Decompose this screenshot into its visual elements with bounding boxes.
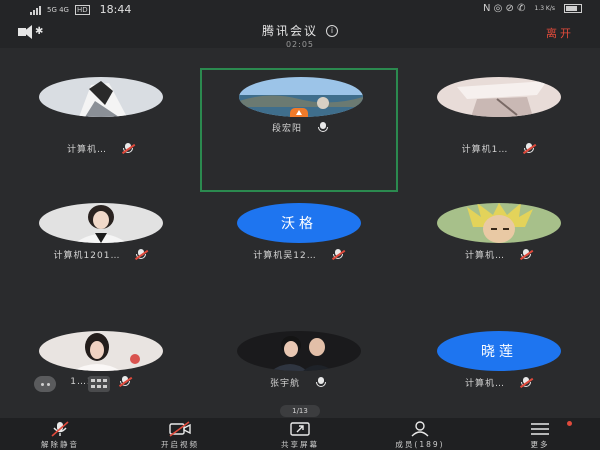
start-video-button[interactable]: 开启视频 [120, 418, 240, 450]
battery-icon [564, 4, 582, 13]
participant-name: 计算机1… [461, 145, 509, 155]
participant-avatar-text: 晓莲 [437, 331, 561, 371]
camera-off-icon [169, 421, 191, 437]
speaker-bluetooth-icon[interactable]: ✱ [18, 25, 44, 41]
status-time: 18:44 [99, 3, 132, 16]
mic-muted-icon [121, 143, 136, 154]
members-label: 成员(189) [395, 440, 445, 449]
more-button[interactable]: 更多 [480, 418, 600, 450]
participant-avatar [39, 331, 163, 371]
participant-avatar [237, 331, 361, 371]
mic-muted-icon [118, 376, 132, 387]
avatar-text: 晓莲 [481, 344, 517, 360]
page-indicator: 1/13 [280, 405, 320, 417]
participant-avatar [39, 203, 163, 243]
leave-button[interactable]: 离开 [546, 25, 574, 41]
participant-name: 段宏阳 [271, 124, 302, 134]
unmute-button[interactable]: 解除静音 [0, 418, 120, 450]
participant-name: 计算机… [464, 251, 505, 261]
participant-grid: 计算机… 段宏阳 计算机1… 计算机1201… 沃格 计算机吴12… 计算机… … [0, 48, 600, 418]
emoji-icon [40, 382, 44, 386]
mic-muted-icon [134, 249, 149, 260]
mic-muted-icon [51, 421, 69, 437]
participant-avatar [437, 203, 561, 243]
participant-tile[interactable]: 计算机1201… [2, 193, 200, 317]
emoji-reaction-button[interactable] [34, 376, 56, 392]
info-icon[interactable]: i [326, 24, 338, 37]
mic-on-icon [316, 122, 330, 133]
participant-name: 张宇航 [269, 379, 300, 389]
status-left: 5G 4G HD 18:44 [30, 3, 131, 16]
members-button[interactable]: 成员(189) [360, 418, 480, 450]
status-bar: 5G 4G HD 18:44 N ◎ ⊘ ✆ 1.3 K/s [0, 0, 600, 18]
hd-badge: HD [74, 4, 90, 15]
participant-avatar [39, 77, 163, 117]
net-speed: 1.3 K/s [534, 5, 555, 12]
share-screen-button[interactable]: 共享屏幕 [240, 418, 360, 450]
participant-tile-active[interactable]: 段宏阳 [200, 68, 398, 192]
meeting-toolbar: 解除静音 开启视频 共享屏幕 成员(189) 更多 [0, 418, 600, 450]
participant-name: 计算机… [66, 145, 107, 155]
share-screen-label: 共享屏幕 [281, 440, 319, 449]
participant-tile[interactable]: 计算机… [400, 193, 598, 317]
status-icons: N ◎ ⊘ ✆ [482, 3, 526, 14]
speaking-indicator-icon [290, 108, 308, 117]
participant-name: 计算机… [464, 379, 505, 389]
mic-muted-icon [331, 249, 345, 260]
participant-avatar [437, 77, 561, 117]
mic-muted-icon [519, 249, 534, 260]
mic-muted-icon [522, 143, 537, 154]
notification-dot [567, 421, 572, 426]
meeting-header: ✱ 腾讯会议 i 02:05 离开 [0, 18, 600, 49]
chat-input-button[interactable] [88, 376, 110, 392]
members-icon [411, 421, 429, 437]
participant-tile[interactable]: 沃格 计算机吴12… [200, 193, 398, 317]
signal-icon [30, 5, 41, 15]
participant-tile[interactable]: 计算机1… [400, 68, 598, 192]
participant-tile[interactable]: 计算机… [2, 68, 200, 192]
carrier-text: 5G 4G [47, 5, 69, 14]
mic-muted-icon [519, 377, 534, 388]
keyboard-icon [91, 379, 95, 382]
mic-on-icon [314, 377, 328, 388]
participant-name: 计算机1201… [53, 251, 121, 261]
share-screen-icon [290, 422, 310, 436]
meeting-title: 腾讯会议 [261, 24, 318, 38]
start-video-label: 开启视频 [161, 440, 199, 449]
avatar-text: 沃格 [281, 216, 317, 232]
meeting-title-area[interactable]: 腾讯会议 i 02:05 [200, 20, 400, 49]
more-menu-icon [531, 423, 549, 435]
unmute-label: 解除静音 [41, 440, 79, 449]
participant-name: 计算机吴12… [253, 251, 317, 261]
participant-avatar-text: 沃格 [237, 203, 361, 243]
more-label: 更多 [530, 440, 550, 449]
status-right: N ◎ ⊘ ✆ 1.3 K/s [483, 3, 582, 14]
